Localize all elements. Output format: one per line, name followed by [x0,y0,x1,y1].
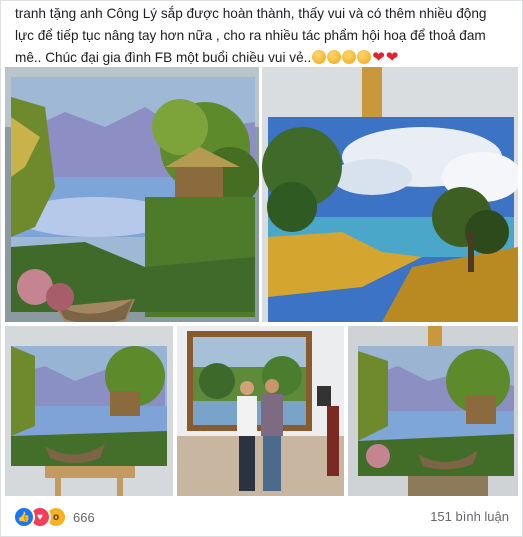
post-photo-5[interactable] [348,326,518,496]
reactions-summary[interactable]: 👍 ♥ o 666 [13,506,95,528]
kiss-emoji-icon [342,50,357,64]
like-icon: 👍 [13,506,35,528]
post-text: tranh tặng anh Công Lý sắp được hoàn thà… [15,3,515,69]
post-photo-3[interactable] [5,326,173,496]
post-text-line-3-text: mê.. Chúc đại gia đình FB một buổi chiều… [15,50,312,65]
comment-count-link[interactable]: 151 bình luận [430,509,509,524]
post-text-line-3: mê.. Chúc đại gia đình FB một buổi chiều… [15,47,515,69]
heart-emoji-icon: ❤ [372,49,385,66]
heart-emoji-icon: ❤ [385,49,399,66]
post-photo-1[interactable] [5,67,259,322]
reaction-count: 666 [73,509,95,525]
kiss-emoji-icon [327,50,342,64]
post-text-line-1: tranh tặng anh Công Lý sắp được hoàn thà… [15,6,487,21]
post-text-line-2: lực để tiếp tục nâng tay hơn nữa , cho r… [15,28,486,43]
kiss-emoji-icon [312,50,327,64]
post-footer: 👍 ♥ o 666 151 bình luận [1,499,522,536]
kiss-emoji-icon [357,50,372,64]
post-photo-4[interactable] [177,326,344,496]
facebook-post: tranh tặng anh Công Lý sắp được hoàn thà… [0,0,523,537]
post-photo-2[interactable] [262,67,518,322]
